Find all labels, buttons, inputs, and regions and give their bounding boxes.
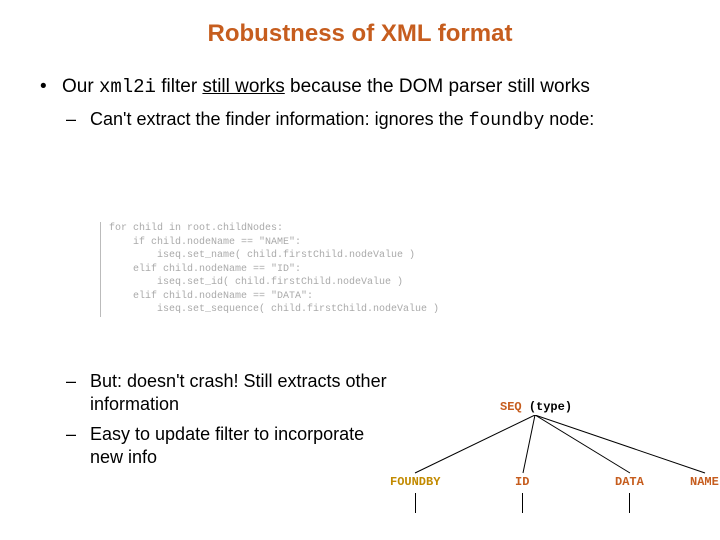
text: node:: [544, 109, 594, 129]
text: filter: [156, 76, 202, 97]
tree-node-data: DATA: [615, 475, 644, 489]
bullet-sub-extract: Can't extract the finder information: ig…: [66, 108, 700, 133]
code-block: for child in root.childNodes: if child.n…: [100, 222, 439, 317]
tree-branches: [380, 415, 720, 480]
tree-node-id: ID: [515, 475, 529, 489]
root-label: SEQ: [500, 400, 522, 414]
node-label: DATA: [615, 475, 644, 489]
slide-title: Robustness of XML format: [0, 20, 720, 48]
text: Can't extract the finder information: ig…: [90, 109, 469, 129]
tree-root: SEQ (type): [500, 400, 572, 414]
bullet-sub-nocrash: But: doesn't crash! Still extracts other…: [66, 370, 400, 417]
tree-stem: [629, 493, 630, 513]
bullet-sub-update: Easy to update filter to incorporate new…: [66, 423, 400, 470]
dom-tree-diagram: SEQ (type) FOUNDBY ID DATA NAME: [380, 400, 720, 540]
lower-bullets: But: doesn't crash! Still extracts other…: [40, 370, 400, 476]
node-label: FOUNDBY: [390, 475, 440, 489]
node-label: NAME: [690, 475, 719, 489]
code-inline: foundby: [469, 111, 545, 131]
node-label: ID: [515, 475, 529, 489]
slide: Robustness of XML format Our xml2i filte…: [0, 0, 720, 540]
text: Our: [62, 76, 99, 97]
root-type: (type): [529, 400, 572, 414]
tree-stem: [522, 493, 523, 513]
bullet-main: Our xml2i filter still works because the…: [40, 75, 700, 100]
tree-node-foundby: FOUNDBY: [390, 475, 440, 489]
tree-node-name: NAME: [690, 475, 719, 489]
tree-stem: [415, 493, 416, 513]
text-underline: still works: [202, 76, 284, 97]
text: because the DOM parser still works: [285, 76, 590, 97]
content-area: Our xml2i filter still works because the…: [40, 75, 700, 139]
code-inline: xml2i: [99, 76, 156, 98]
